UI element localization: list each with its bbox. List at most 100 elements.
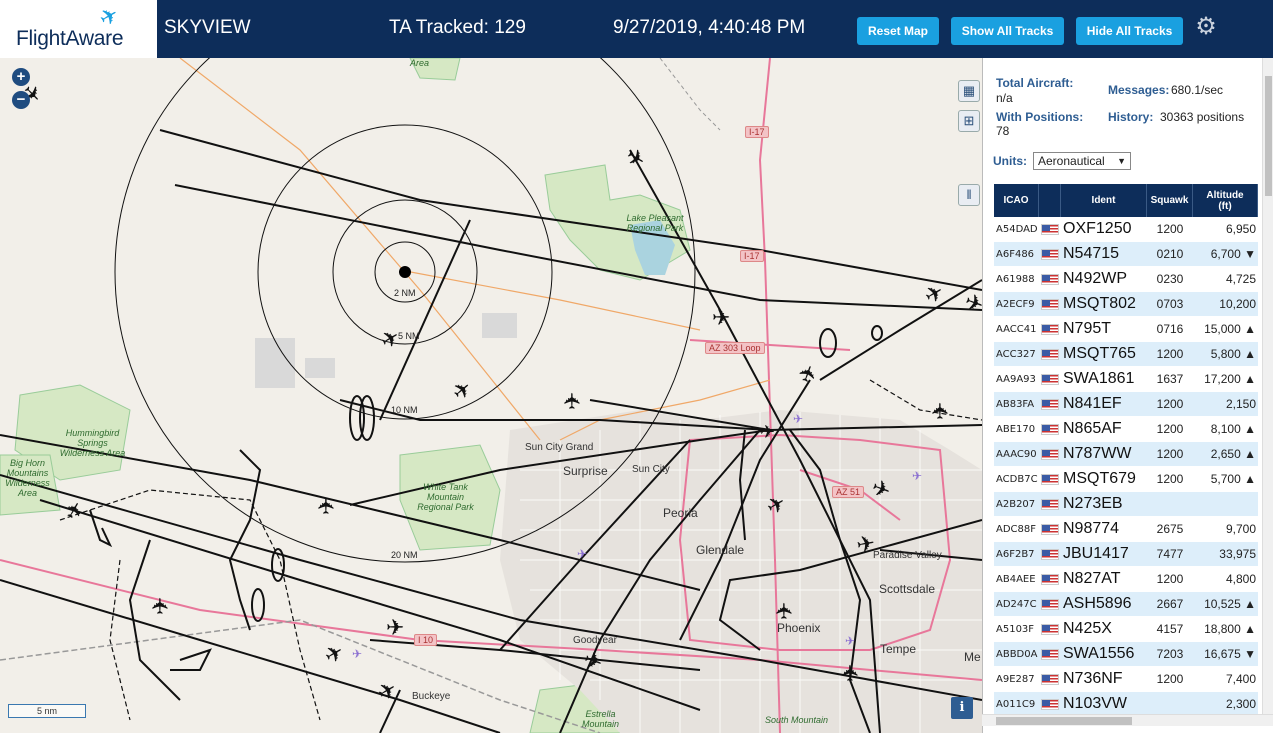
- svg-text:✈: ✈: [386, 616, 404, 641]
- flag-icon: [1039, 423, 1061, 435]
- col-ident[interactable]: Ident: [1061, 184, 1147, 217]
- table-row[interactable]: ACDB7C MSQT679 1200 5,700 ▲: [994, 467, 1258, 492]
- scroll-thumb[interactable]: [1265, 76, 1272, 196]
- zoom-out-button[interactable]: −: [12, 91, 30, 109]
- row-squawk: 2675: [1156, 522, 1184, 536]
- row-icao: ADC88F: [996, 523, 1036, 535]
- table-row[interactable]: AB83FA N841EF 1200 2,150: [994, 392, 1258, 417]
- svg-text:✈: ✈: [845, 634, 855, 648]
- us-flag-icon: [1041, 223, 1059, 235]
- chevron-down-icon: ▼: [1117, 156, 1126, 166]
- map-label-surprise: Surprise: [563, 464, 608, 478]
- table-body: A54DAD OXF1250 1200 6,950 A6F486 N54715 0210 6,…: [994, 217, 1258, 717]
- map-label-bighorn: Big Horn Mountains Wilderness Area: [5, 458, 50, 498]
- flag-icon: [1039, 498, 1061, 510]
- aircraft-table: ICAO Ident Squawk Altitude (ft) A54DAD OX…: [994, 184, 1258, 717]
- map-view[interactable]: ✈ ✈ ✈ ✈ ✈ ✈ ✈ ✈ ✈ ✈ ✈ ✈ ✈ ✈ ✈ ✈ ✈ ✈ ✈ ✈ …: [0, 58, 982, 733]
- info-icon[interactable]: i: [951, 697, 973, 719]
- flag-icon: [1039, 248, 1061, 260]
- map-label-hummingbird: Hummingbird Springs Wilderness Area: [59, 428, 126, 458]
- zoom-in-button[interactable]: +: [12, 68, 30, 86]
- row-altitude: 7,400: [1225, 672, 1256, 686]
- map-layers-icon[interactable]: ▦: [958, 80, 980, 102]
- row-altitude: 9,700: [1225, 522, 1256, 536]
- svg-text:✈: ✈: [712, 306, 730, 331]
- table-row[interactable]: A2B207 N273EB: [994, 492, 1258, 517]
- horizontal-scrollbar[interactable]: [982, 714, 1273, 726]
- vertical-scrollbar[interactable]: [1262, 58, 1273, 715]
- row-squawk: 0210: [1156, 247, 1184, 261]
- table-row[interactable]: A9E287 N736NF 1200 7,400: [994, 667, 1258, 692]
- svg-text:✈: ✈: [793, 412, 803, 426]
- flag-icon: [1039, 323, 1061, 335]
- row-ident: N492WP: [1063, 270, 1128, 287]
- row-altitude: 17,200 ▲: [1204, 372, 1256, 386]
- row-squawk: 1637: [1156, 372, 1184, 386]
- svg-text:✈: ✈: [760, 422, 775, 443]
- row-altitude: 2,150: [1225, 397, 1256, 411]
- table-row[interactable]: AA9A93 SWA1861 1637 17,200 ▲: [994, 367, 1258, 392]
- row-icao: AB83FA: [996, 398, 1035, 410]
- show-all-tracks-button[interactable]: Show All Tracks: [951, 17, 1064, 45]
- gear-icon[interactable]: ⚙: [1193, 14, 1219, 40]
- hide-all-tracks-button[interactable]: Hide All Tracks: [1076, 17, 1183, 45]
- row-ident: N795T: [1063, 320, 1112, 337]
- row-icao: AB4AEE: [996, 573, 1036, 585]
- row-squawk: 0230: [1156, 272, 1184, 286]
- columns-toggle-icon[interactable]: ‖: [958, 184, 980, 206]
- row-icao: ACC327: [996, 348, 1036, 360]
- row-icao: A6F486: [996, 248, 1035, 260]
- row-altitude: 16,675 ▼: [1204, 647, 1256, 661]
- row-icao: A9E287: [996, 673, 1035, 685]
- units-select[interactable]: Aeronautical ▼: [1033, 152, 1131, 170]
- svg-text:✈: ✈: [60, 497, 91, 525]
- svg-text:✈: ✈: [961, 289, 982, 319]
- map-canvas[interactable]: ✈ ✈ ✈ ✈ ✈ ✈ ✈ ✈ ✈ ✈ ✈ ✈ ✈ ✈ ✈ ✈ ✈ ✈ ✈ ✈ …: [0, 58, 982, 733]
- svg-text:✈: ✈: [929, 402, 954, 420]
- row-squawk: 1200: [1156, 222, 1184, 236]
- grid-icon[interactable]: ⊞: [958, 110, 980, 132]
- us-flag-icon: [1041, 248, 1059, 260]
- table-row[interactable]: AAAC90 N787WW 1200 2,650 ▲: [994, 442, 1258, 467]
- table-row[interactable]: A2ECF9 MSQT802 0703 10,200: [994, 292, 1258, 317]
- top-bar: FlightAware ✈ SKYVIEW TA Tracked: 129 9/…: [0, 0, 1273, 58]
- row-icao: A6F2B7: [996, 548, 1035, 560]
- table-row[interactable]: ADC88F N98774 2675 9,700: [994, 517, 1258, 542]
- us-flag-icon: [1041, 323, 1059, 335]
- highway-shield-az303: AZ 303 Loop: [705, 342, 765, 354]
- row-ident: N787WW: [1063, 445, 1132, 462]
- flightaware-logo[interactable]: FlightAware ✈: [0, 0, 157, 58]
- table-row[interactable]: ABE170 N865AF 1200 8,100 ▲: [994, 417, 1258, 442]
- col-altitude[interactable]: Altitude (ft): [1193, 184, 1258, 217]
- flag-icon: [1039, 298, 1061, 310]
- table-row[interactable]: A5103F N425X 4157 18,800 ▲: [994, 617, 1258, 642]
- table-row[interactable]: A6F486 N54715 0210 6,700 ▼: [994, 242, 1258, 267]
- row-ident: MSQT679: [1063, 470, 1136, 487]
- row-icao: A54DAD: [996, 223, 1038, 235]
- table-row[interactable]: A61988 N492WP 0230 4,725: [994, 267, 1258, 292]
- table-row[interactable]: ACC327 MSQT765 1200 5,800 ▲: [994, 342, 1258, 367]
- row-ident: MSQT802: [1063, 295, 1136, 312]
- table-row[interactable]: A6F2B7 JBU1417 7477 33,975: [994, 542, 1258, 567]
- us-flag-icon: [1041, 548, 1059, 560]
- table-row[interactable]: ABBD0A SWA1556 7203 16,675 ▼: [994, 642, 1258, 667]
- table-row[interactable]: AD247C ASH5896 2667 10,525 ▲: [994, 592, 1258, 617]
- row-icao: AACC41: [996, 323, 1037, 335]
- table-row[interactable]: A54DAD OXF1250 1200 6,950: [994, 217, 1258, 242]
- map-label-south-mountain: South Mountain: [765, 715, 829, 725]
- scroll-thumb[interactable]: [996, 717, 1132, 725]
- col-squawk[interactable]: Squawk: [1147, 184, 1193, 217]
- col-flag[interactable]: [1039, 184, 1061, 217]
- reset-map-button[interactable]: Reset Map: [857, 17, 939, 45]
- svg-text:✈: ✈: [912, 469, 922, 483]
- map-label-glendale: Glendale: [696, 543, 745, 557]
- table-row[interactable]: AB4AEE N827AT 1200 4,800: [994, 567, 1258, 592]
- row-icao: A5103F: [996, 623, 1035, 635]
- row-altitude: 10,200: [1219, 297, 1256, 311]
- row-ident: N827AT: [1063, 570, 1121, 587]
- row-ident: N273EB: [1063, 495, 1123, 512]
- col-icao[interactable]: ICAO: [994, 184, 1039, 217]
- messages-label: Messages:: [1108, 83, 1170, 97]
- table-row[interactable]: AACC41 N795T 0716 15,000 ▲: [994, 317, 1258, 342]
- map-label-sun-city-grand: Sun City Grand: [525, 442, 594, 453]
